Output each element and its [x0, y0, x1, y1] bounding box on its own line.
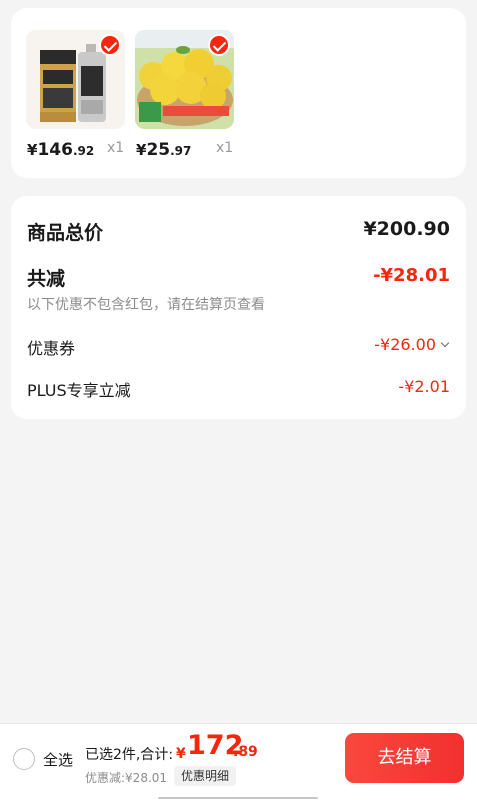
select-all-radio[interactable] — [13, 748, 35, 770]
total-price-label: 商品总价 — [27, 222, 104, 244]
product-2-price: ¥25.97 — [136, 140, 192, 160]
coupon-value: -¥26.00 — [374, 335, 436, 354]
coupon-row[interactable]: -¥26.00 — [374, 335, 450, 354]
product-2-check-icon[interactable] — [208, 34, 230, 56]
reduce-note: 以下优惠不包含红包，请在结算页查看 — [27, 297, 265, 313]
chevron-down-icon — [440, 338, 450, 348]
select-all-label[interactable]: 全选 — [43, 749, 73, 770]
price-summary-card: 商品总价 ¥200.90 共减 -¥28.01 以下优惠不包含红包，请在结算页查… — [11, 196, 466, 419]
checkout-bar: 全选 已选2件,合计: ¥ 172 .89 优惠减:¥28.01 优惠明细 去结… — [0, 723, 477, 800]
selected-count-text: 已选2件,合计: — [85, 747, 174, 763]
home-indicator — [158, 797, 318, 799]
product-1-image[interactable] — [26, 30, 125, 129]
product-1-price: ¥146.92 — [27, 140, 95, 160]
discount-text: 优惠减:¥28.01 — [85, 771, 168, 785]
selected-products-card: ¥146.92 x1 ¥25.97 x1 — [11, 8, 466, 178]
total-price-value: ¥200.90 — [363, 218, 450, 240]
checkout-button[interactable]: 去结算 — [345, 733, 464, 783]
product-2-image[interactable] — [135, 30, 234, 129]
coupon-label: 优惠券 — [27, 339, 76, 358]
discount-detail-button[interactable]: 优惠明细 — [174, 766, 237, 786]
product-2-quantity: x1 — [216, 140, 234, 156]
sum-decimal: .89 — [233, 744, 258, 760]
plus-discount-label: PLUS专享立减 — [27, 381, 131, 400]
plus-discount-value: -¥2.01 — [398, 377, 450, 396]
product-1-quantity: x1 — [107, 140, 125, 156]
product-1-check-icon[interactable] — [99, 34, 121, 56]
total-reduce-label: 共减 — [27, 268, 66, 290]
sum-currency: ¥ — [176, 746, 186, 762]
total-reduce-value: -¥28.01 — [373, 265, 450, 286]
